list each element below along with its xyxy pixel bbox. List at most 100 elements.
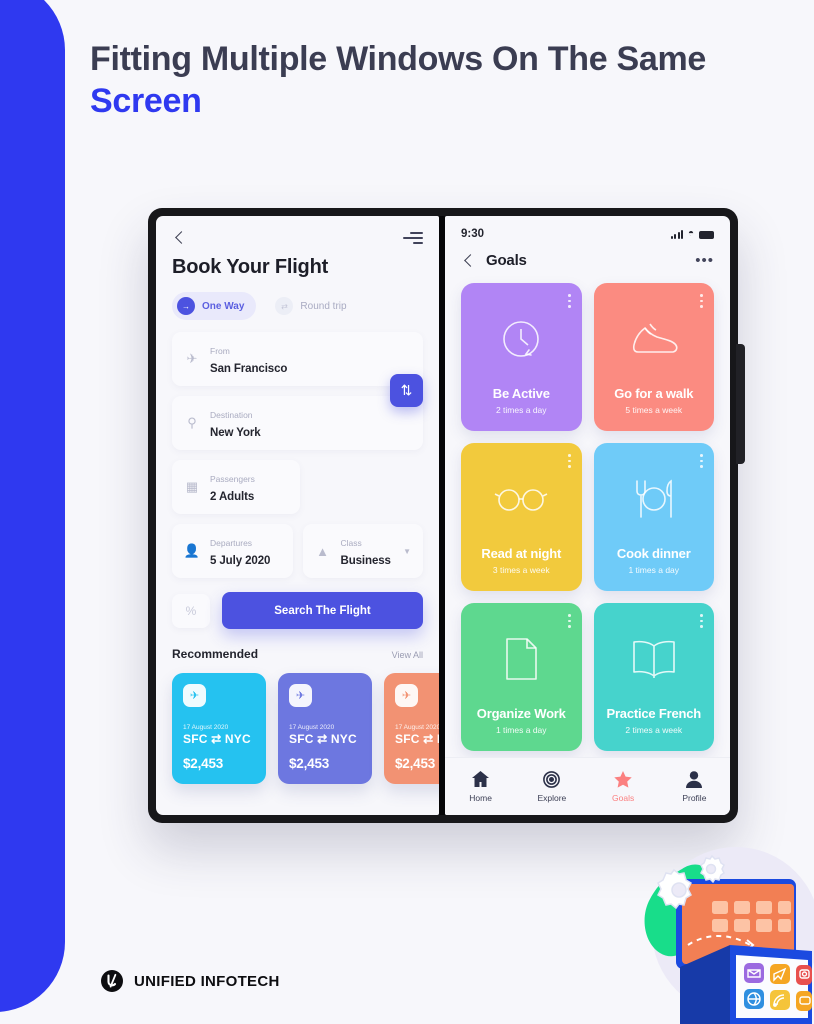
chevron-left-icon[interactable]	[461, 253, 477, 269]
goal-card-menu-icon[interactable]	[567, 294, 571, 309]
cutlery-plate-icon	[629, 472, 679, 526]
signal-bars-icon	[671, 230, 683, 239]
battery-icon	[699, 231, 714, 239]
flight-card[interactable]: ✈ 17 August 2020 SFC ⇄ NYC $2,453	[172, 673, 266, 785]
plane-icon: ✈	[183, 684, 206, 707]
swap-vertical-icon[interactable]: ⇅	[390, 374, 423, 407]
page-title-line2: Screen	[90, 82, 202, 121]
goal-card[interactable]: Read at night 3 times a week	[461, 443, 582, 591]
home-icon	[472, 771, 490, 788]
device-side-button[interactable]	[736, 344, 745, 464]
from-field-value: San Francisco	[210, 363, 288, 375]
glasses-icon	[493, 472, 549, 526]
chevron-left-icon[interactable]	[172, 230, 188, 246]
destination-field-label: Destination	[210, 410, 253, 420]
plane-icon: ✈	[289, 684, 312, 707]
goals-header: Goals •••	[445, 240, 730, 269]
foldable-device-illustration	[624, 839, 814, 1024]
page-root: Fitting Multiple Windows On The Same Scr…	[0, 0, 814, 1024]
tab-goals[interactable]: Goals	[588, 770, 659, 803]
location-pin-icon: ⚲	[187, 415, 197, 430]
bottom-tab-bar: Home Explore Goals Profile	[445, 757, 730, 815]
goal-card-name: Practice French	[606, 706, 702, 721]
class-field-value: Business	[340, 555, 391, 567]
tab-home-label: Home	[469, 792, 492, 803]
tab-home[interactable]: Home	[445, 771, 516, 803]
view-all-link[interactable]: View All	[392, 650, 423, 660]
date-class-row: 👤 Departures 5 July 2020 ▲ Class Busines…	[172, 524, 423, 578]
departures-field[interactable]: 👤 Departures 5 July 2020	[172, 524, 293, 578]
right-screen: 9:30 ◓ Goals ••• Be Active 2 times a day…	[445, 216, 730, 815]
destination-field[interactable]: ⚲ Destination New York	[172, 396, 423, 450]
class-field-label: Class	[340, 538, 362, 548]
brand-name: UNIFIED INFOTECH	[134, 972, 280, 990]
passengers-field-value: 2 Adults	[210, 491, 255, 503]
flight-card[interactable]: ✈ 17 August 2020 SFC ⇄ NYC $2,453	[278, 673, 372, 785]
clock-refresh-icon	[498, 312, 544, 366]
round-trip-arrow-icon: ⇄	[275, 297, 294, 315]
departures-field-value: 5 July 2020	[210, 555, 271, 567]
class-field[interactable]: ▲ Class Business ▼	[302, 524, 423, 578]
goal-card-name: Be Active	[492, 386, 550, 401]
goal-card-frequency: 1 times a day	[495, 725, 547, 735]
open-book-icon	[630, 632, 678, 686]
footer-branding: UNIFIED INFOTECH	[101, 970, 280, 992]
goal-card[interactable]: Be Active 2 times a day	[461, 283, 582, 431]
one-way-arrow-icon: →	[177, 297, 195, 315]
sneaker-icon	[628, 312, 680, 366]
trip-type-round-trip[interactable]: ⇄ Round trip	[270, 292, 358, 320]
flight-card-date: 17 August 2020	[395, 724, 439, 731]
flight-card-price: $2,453	[289, 756, 330, 772]
plane-takeoff-icon: ✈	[186, 351, 198, 366]
left-screen-topbar	[156, 216, 439, 246]
search-flight-button[interactable]: Search The Flight	[222, 592, 423, 629]
search-actions: % Search The Flight	[156, 578, 439, 629]
flight-card-price: $2,453	[183, 756, 224, 772]
tab-explore[interactable]: Explore	[516, 770, 587, 803]
goal-card-menu-icon[interactable]	[700, 614, 703, 629]
recommended-flight-list: ✈ 17 August 2020 SFC ⇄ NYC $2,453 ✈ 17 A…	[156, 661, 439, 785]
passengers-field[interactable]: ▦ Passengers 2 Adults	[172, 460, 300, 514]
chevron-down-icon[interactable]: ▼	[403, 547, 411, 556]
goal-card-menu-icon[interactable]	[700, 454, 703, 469]
goal-card-frequency: 3 times a week	[492, 565, 550, 575]
tab-profile[interactable]: Profile	[659, 770, 730, 803]
page-title: Fitting Multiple Windows On The Same Scr…	[90, 38, 740, 122]
percent-icon[interactable]: %	[172, 593, 210, 628]
goal-card-menu-icon[interactable]	[567, 454, 571, 469]
flight-search-form: ✈ From San Francisco ⇅ ⚲ Destination New…	[156, 320, 439, 578]
destination-field-value: New York	[210, 427, 261, 439]
left-accent-strip	[0, 0, 65, 1012]
flight-card-date: 17 August 2020	[289, 724, 335, 731]
goal-card-name: Cook dinner	[616, 546, 691, 561]
goals-grid: Be Active 2 times a day Go for a walk 5 …	[445, 269, 730, 751]
trip-type-one-way[interactable]: → One Way	[172, 292, 257, 320]
document-icon	[503, 632, 539, 686]
tab-profile-label: Profile	[682, 792, 707, 803]
flight-card-price: $2,453	[395, 756, 436, 772]
calendar-icon: ▦	[185, 479, 199, 494]
departures-field-label: Departures	[210, 538, 253, 548]
goal-card[interactable]: Go for a walk 5 times a week	[593, 283, 714, 431]
goal-card[interactable]: Cook dinner 1 times a day	[593, 443, 714, 591]
goal-card-frequency: 5 times a week	[625, 405, 683, 415]
flight-card[interactable]: ✈ 17 August 2020 SFC ⇄ NYC $2,453	[384, 673, 439, 785]
more-horizontal-icon[interactable]: •••	[695, 253, 714, 268]
person-icon	[686, 770, 703, 788]
from-field-label: From	[210, 346, 230, 356]
foldable-device-frame: Book Your Flight → One Way ⇄ Round trip …	[148, 208, 745, 823]
goal-card-frequency: 1 times a day	[628, 565, 680, 575]
goal-card-menu-icon[interactable]	[567, 614, 571, 629]
recommended-title: Recommended	[172, 647, 259, 661]
unified-infotech-logo-icon	[101, 970, 123, 992]
flight-card-route: SFC ⇄ NYC	[183, 732, 251, 747]
goal-card-menu-icon[interactable]	[700, 294, 703, 309]
flight-card-date: 17 August 2020	[183, 724, 229, 731]
status-bar: 9:30 ◓	[445, 216, 730, 240]
wifi-icon: ◓	[687, 228, 694, 239]
goal-card[interactable]: Practice French 2 times a week	[593, 603, 714, 751]
tab-explore-label: Explore	[537, 792, 567, 803]
hamburger-icon[interactable]	[403, 232, 423, 244]
from-field[interactable]: ✈ From San Francisco	[172, 332, 423, 386]
goal-card[interactable]: Organize Work 1 times a day	[461, 603, 582, 751]
